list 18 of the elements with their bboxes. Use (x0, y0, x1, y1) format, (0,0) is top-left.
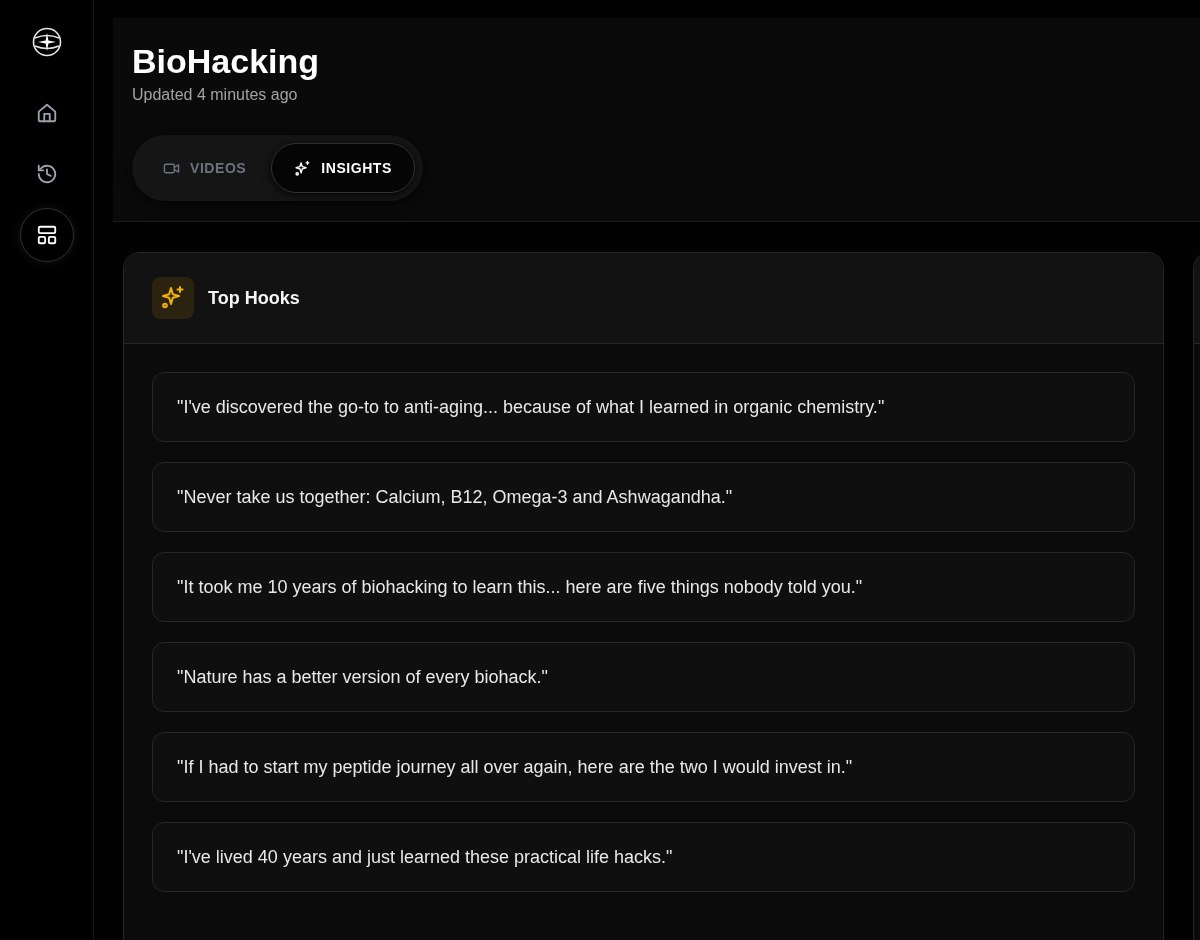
hook-item: "It took me 10 years of biohacking to learn this... here are five things nobody told you." (152, 552, 1135, 622)
globe-logo-icon (31, 27, 62, 57)
sparkles-icon (152, 277, 194, 319)
tab[interactable]: VIDEOS (140, 143, 270, 193)
tab[interactable]: INSIGHTS (271, 143, 415, 193)
hook-item: "Nature has a better version of every biohack." (152, 642, 1135, 712)
nav-button[interactable] (19, 208, 74, 262)
card-title: Top Hooks (208, 286, 300, 310)
page-title: BioHacking (132, 41, 320, 82)
sparkles-icon (294, 159, 312, 177)
layout-icon (35, 224, 58, 246)
update-time: Updated 4 minutes ago (132, 85, 298, 105)
hook-item: "Never take us together: Calcium, B12, Omega-3 and Ashwagandha." (152, 462, 1135, 532)
hook-item: "I've discovered the go-to to anti-aging... because of what I learned in organic chemistry." (152, 372, 1135, 442)
hook-item: "I've lived 40 years and just learned these practical life hacks." (152, 822, 1135, 892)
home-icon (35, 102, 58, 124)
history-icon (35, 163, 58, 185)
hook-item: "If I had to start my peptide journey all over again, here are the two I would invest in." (152, 732, 1135, 802)
